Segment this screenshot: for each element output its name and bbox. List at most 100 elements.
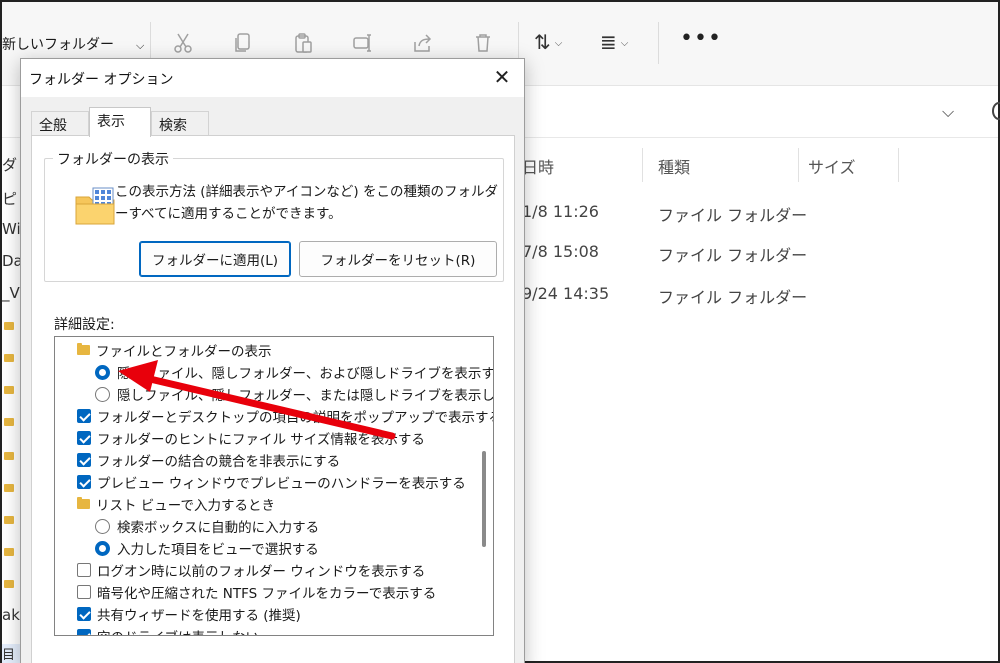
column-divider [642, 148, 643, 182]
tree-folder-row: ファイルとフォルダーの表示 [77, 339, 272, 361]
option-label: 隠しファイル、隠しフォルダー、または隠しドライブを表示しない [117, 388, 494, 404]
option-label: ファイルとフォルダーの表示 [96, 344, 272, 360]
row-type[interactable]: ファイル フォルダー [658, 202, 807, 226]
folder-icon [4, 418, 14, 426]
checkbox-option[interactable]: フォルダーとデスクトップの項目の説明をポップアップで表示する [77, 405, 494, 427]
nav-item[interactable]: Da [2, 252, 22, 270]
option-label: リスト ビューで入力するとき [96, 498, 275, 514]
view-button[interactable]: ≣ ⌵ [600, 30, 628, 54]
row-type[interactable]: ファイル フォルダー [658, 242, 807, 266]
checkbox-option[interactable]: 空のドライブは表示しない [77, 625, 259, 635]
chevron-down-icon[interactable]: ⌵ [942, 102, 954, 122]
view-tab-panel: フォルダーの表示 この表示方法 (詳細表示やアイコンなど) をこの種類のフォルダ… [31, 135, 515, 663]
advanced-settings-label: 詳細設定: [54, 317, 115, 333]
checkbox-checked-icon[interactable] [77, 409, 91, 423]
dialog-title: フォルダー オプション [29, 72, 174, 88]
option-label: ログオン時に以前のフォルダー ウィンドウを表示する [97, 564, 426, 580]
nav-item[interactable]: ak [2, 606, 22, 624]
status-bar-item: 目 [2, 644, 22, 663]
radio-option[interactable]: 隠しファイル、隠しフォルダー、および隠しドライブを表示する [95, 361, 493, 383]
folder-icon [4, 484, 14, 492]
tree-folder-row: リスト ビューで入力するとき [77, 493, 275, 515]
checkbox-unchecked-icon[interactable] [77, 563, 91, 577]
sort-button[interactable]: ⇅ ⌵ [534, 30, 562, 54]
radio-option[interactable]: 入力した項目をビューで選択する [95, 537, 319, 559]
copy-icon [235, 33, 250, 52]
column-divider [798, 148, 799, 182]
folder-view-group: フォルダーの表示 この表示方法 (詳細表示やアイコンなど) をこの種類のフォルダ… [44, 149, 504, 282]
checkbox-checked-icon[interactable] [77, 431, 91, 445]
checkbox-option[interactable]: ログオン時に以前のフォルダー ウィンドウを表示する [77, 559, 425, 581]
sort-arrows-icon: ⇅ [534, 30, 551, 54]
new-folder-button[interactable]: 新しいフォルダー ⌵ [2, 34, 144, 54]
folder-options-dialog: フォルダー オプション ✕ 全般 表示 検索 フォルダーの表示 この表示方法 (… [20, 58, 525, 663]
radio-selected-icon[interactable] [95, 540, 110, 556]
chevron-down-icon: ⌵ [554, 38, 563, 49]
clipboard-icon [295, 33, 312, 53]
more-options-icon[interactable]: ••• [680, 26, 722, 51]
option-label: フォルダーの結合の競合を非表示にする [97, 454, 341, 470]
column-header-size[interactable]: サイズ [808, 154, 856, 178]
row-date[interactable]: 1/8 11:26 [522, 202, 599, 221]
scrollbar[interactable] [477, 341, 491, 633]
tab-view[interactable]: 表示 [89, 107, 151, 137]
close-icon[interactable]: ✕ [490, 65, 514, 89]
delete-button[interactable] [466, 28, 500, 58]
folder-grid-icon [75, 187, 115, 225]
option-label: フォルダーとデスクトップの項目の説明をポップアップで表示する [97, 410, 494, 426]
nav-item[interactable]: Wi [2, 220, 22, 238]
folder-icon [4, 322, 14, 330]
dialog-titlebar[interactable]: フォルダー オプション ✕ [21, 59, 524, 97]
tab-general[interactable]: 全般 [31, 111, 89, 135]
folder-icon [4, 580, 14, 588]
folder-view-legend: フォルダーの表示 [53, 149, 173, 169]
nav-item[interactable]: _V [2, 284, 22, 302]
row-date[interactable]: 9/24 14:35 [522, 284, 609, 303]
search-icon[interactable] [992, 102, 1000, 120]
option-label: 共有ウィザードを使用する (推奨) [97, 608, 301, 624]
nav-item[interactable]: ダ [2, 154, 22, 175]
folder-icon [4, 548, 14, 556]
column-divider [898, 148, 899, 182]
radio-unselected-icon[interactable] [95, 386, 110, 402]
tab-search[interactable]: 検索 [151, 111, 209, 135]
radio-selected-icon[interactable] [95, 364, 110, 380]
trash-icon [476, 34, 490, 52]
checkbox-option[interactable]: 共有ウィザードを使用する (推奨) [77, 603, 301, 625]
option-label: フォルダーのヒントにファイル サイズ情報を表示する [97, 432, 425, 448]
checkbox-checked-icon[interactable] [77, 629, 91, 635]
chevron-down-icon[interactable]: ⌵ [136, 39, 144, 52]
radio-unselected-icon[interactable] [95, 518, 110, 534]
nav-item[interactable]: ピ [2, 188, 22, 209]
row-type[interactable]: ファイル フォルダー [658, 284, 807, 308]
checkbox-checked-icon[interactable] [77, 475, 91, 489]
toolbar-divider [658, 22, 659, 64]
checkbox-option[interactable]: フォルダーの結合の競合を非表示にする [77, 449, 340, 471]
folder-icon [4, 354, 14, 362]
checkbox-checked-icon[interactable] [77, 453, 91, 467]
checkbox-option[interactable]: 暗号化や圧縮された NTFS ファイルをカラーで表示する [77, 581, 436, 603]
scrollbar-thumb[interactable] [482, 451, 486, 547]
new-folder-label: 新しいフォルダー [2, 37, 114, 53]
option-label: 検索ボックスに自動的に入力する [117, 520, 320, 536]
apply-to-folders-button[interactable]: フォルダーに適用(L) [139, 241, 291, 277]
cut-button[interactable] [166, 28, 200, 58]
folder-view-description: この表示方法 (詳細表示やアイコンなど) をこの種類のフォルダーすべてに適用する… [115, 184, 498, 222]
copy-button[interactable] [226, 28, 260, 58]
radio-option[interactable]: 隠しファイル、隠しフォルダー、または隠しドライブを表示しない [95, 383, 494, 405]
reset-folders-button[interactable]: フォルダーをリセット(R) [299, 241, 497, 277]
checkbox-unchecked-icon[interactable] [77, 585, 91, 599]
share-button[interactable] [406, 28, 440, 58]
checkbox-option[interactable]: フォルダーのヒントにファイル サイズ情報を表示する [77, 427, 425, 449]
advanced-settings-list[interactable]: ファイルとフォルダーの表示 隠しファイル、隠しフォルダー、および隠しドライブを表示… [54, 336, 494, 636]
radio-option[interactable]: 検索ボックスに自動的に入力する [95, 515, 319, 537]
option-label: 暗号化や圧縮された NTFS ファイルをカラーで表示する [97, 586, 437, 602]
checkbox-checked-icon[interactable] [77, 607, 91, 621]
row-date[interactable]: 7/8 15:08 [522, 242, 599, 261]
column-header-type[interactable]: 種類 [658, 154, 690, 178]
checkbox-option[interactable]: プレビュー ウィンドウでプレビューのハンドラーを表示する [77, 471, 466, 493]
column-header-date[interactable]: 日時 [522, 154, 554, 178]
paste-button[interactable] [286, 28, 320, 58]
folder-icon [77, 343, 90, 355]
rename-button[interactable] [346, 28, 380, 58]
